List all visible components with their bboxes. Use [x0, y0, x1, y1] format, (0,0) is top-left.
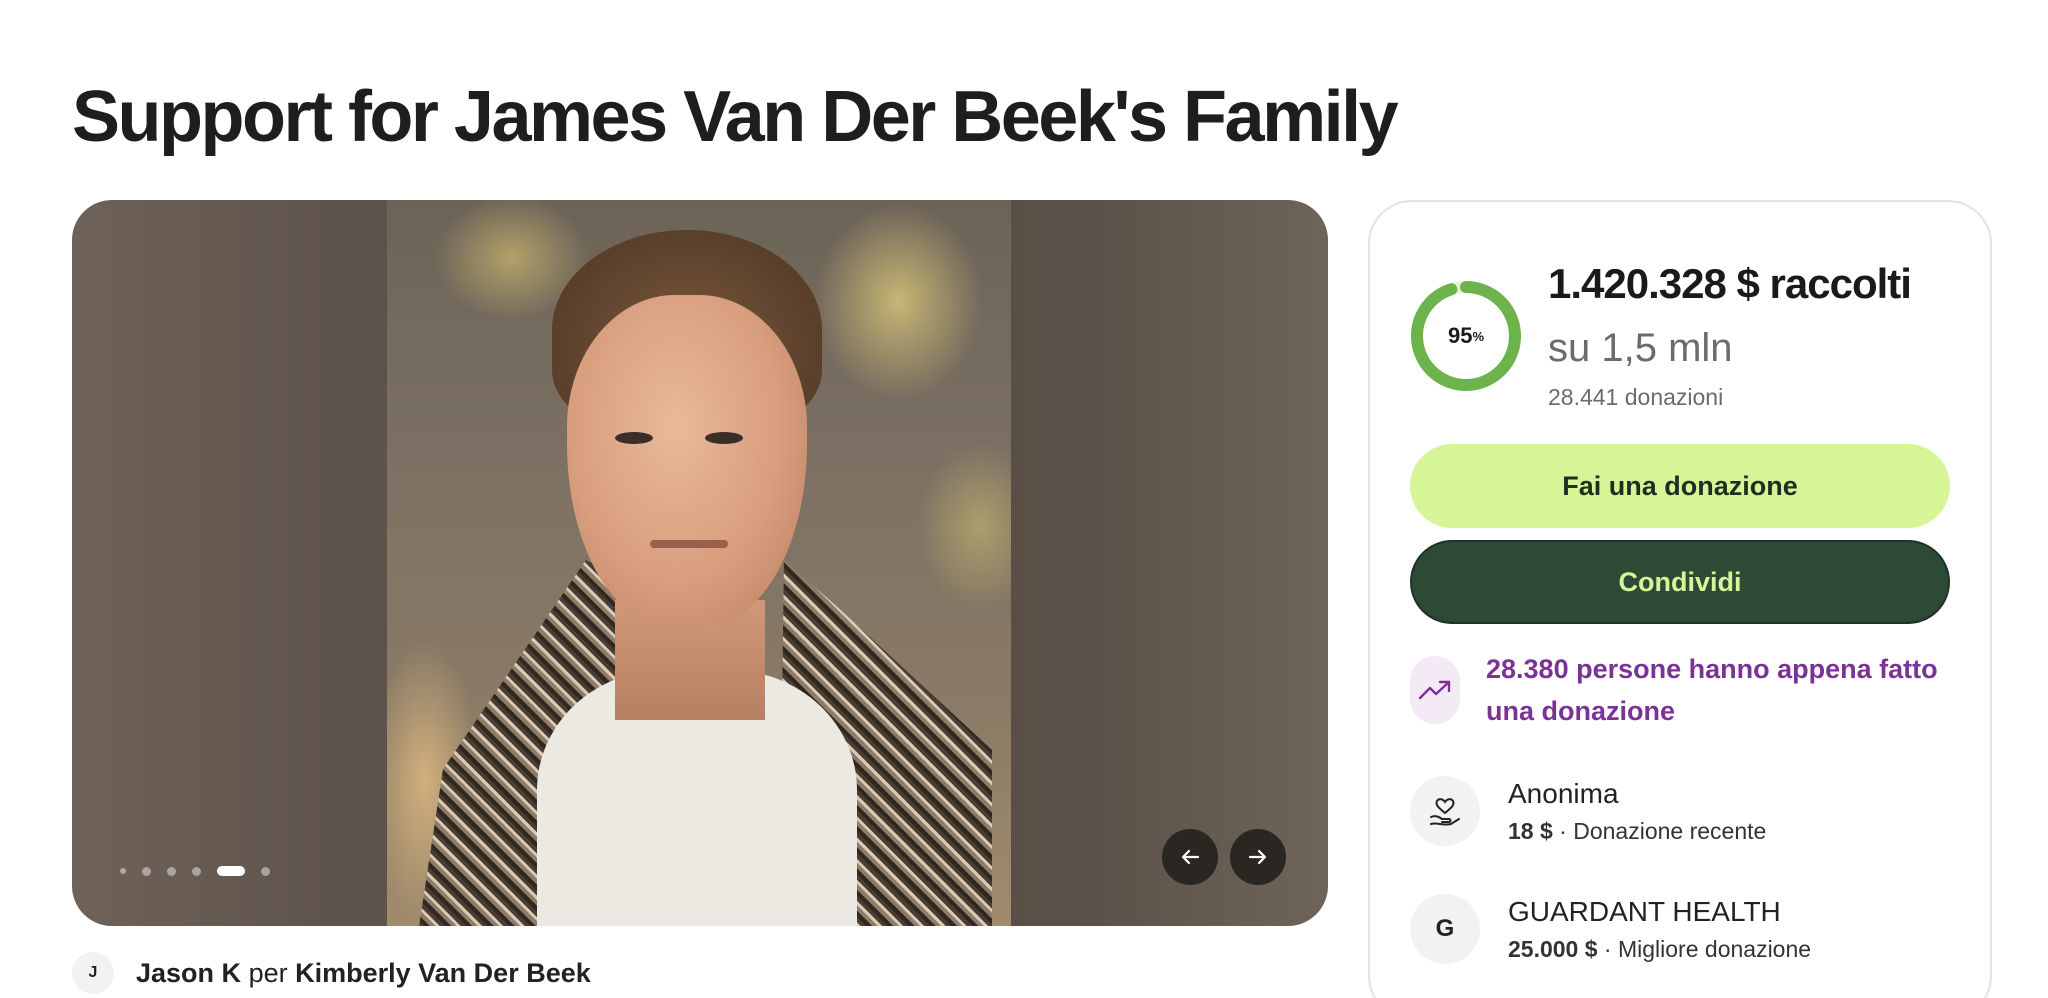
- carousel-dot-active[interactable]: [217, 866, 245, 876]
- donor-name: GUARDANT HEALTH: [1508, 896, 1781, 927]
- carousel-dot[interactable]: [120, 868, 126, 874]
- organizer-name[interactable]: Jason K: [136, 958, 241, 988]
- beneficiary-name[interactable]: Kimberly Van Der Beek: [295, 958, 591, 988]
- progress-percent: 95%: [1410, 280, 1522, 392]
- donor-separator: ·: [1597, 936, 1618, 962]
- arrow-right-icon: [1248, 849, 1267, 865]
- progress-percent-number: 95: [1447, 323, 1473, 348]
- arrow-left-icon: [1181, 849, 1200, 865]
- donate-button[interactable]: Fai una donazione: [1410, 444, 1950, 528]
- carousel-dot[interactable]: [167, 866, 176, 876]
- donor-separator: ·: [1552, 818, 1574, 844]
- donor-meta: 18 $ · Donazione recente: [1508, 818, 1766, 845]
- progress-percent-sign: %: [1472, 328, 1485, 344]
- donor-amount: 25.000 $: [1508, 936, 1598, 962]
- page-title: Support for James Van Der Beek's Family: [72, 77, 1399, 157]
- donor-amount: 18 $: [1508, 818, 1553, 844]
- donor-label: Donazione recente: [1573, 818, 1767, 844]
- campaign-photo: [387, 200, 1011, 926]
- carousel-prev-button[interactable]: [1162, 829, 1218, 885]
- carousel-dot[interactable]: [192, 866, 201, 876]
- photo-detail: [567, 295, 807, 625]
- heart-hand-icon: [1410, 776, 1480, 846]
- organizer-avatar[interactable]: J: [72, 952, 114, 994]
- donations-count[interactable]: 28.441 donazioni: [1548, 384, 1723, 411]
- carousel-next-button[interactable]: [1230, 829, 1286, 885]
- donor-meta: 25.000 $ · Migliore donazione: [1508, 936, 1811, 963]
- donor-name: Anonima: [1508, 778, 1619, 809]
- donor-label: Migliore donazione: [1617, 936, 1812, 962]
- goal-amount: su 1,5 mln: [1548, 326, 1733, 370]
- image-carousel[interactable]: [72, 200, 1328, 926]
- donor-avatar: G: [1410, 894, 1480, 964]
- photo-detail: [650, 540, 728, 548]
- donation-card: 95% 1.420.328 $ raccolti su 1,5 mln 28.4…: [1368, 200, 1992, 998]
- share-button[interactable]: Condividi: [1410, 540, 1950, 624]
- organizer-text: Jason K per Kimberly Van Der Beek: [136, 958, 591, 989]
- organizer-connector: per: [248, 957, 288, 988]
- photo-detail: [615, 432, 653, 444]
- recent-donors-text: 28.380 persone hanno appena fatto una do…: [1486, 654, 1938, 726]
- organizer-line: J Jason K per Kimberly Van Der Beek: [72, 952, 591, 994]
- carousel-dots: [120, 866, 270, 876]
- photo-detail: [705, 432, 743, 444]
- carousel-dot[interactable]: [261, 866, 270, 876]
- carousel-dot[interactable]: [142, 866, 151, 876]
- trending-up-icon: [1410, 656, 1460, 724]
- amount-raised: 1.420.328 $ raccolti: [1548, 260, 1912, 307]
